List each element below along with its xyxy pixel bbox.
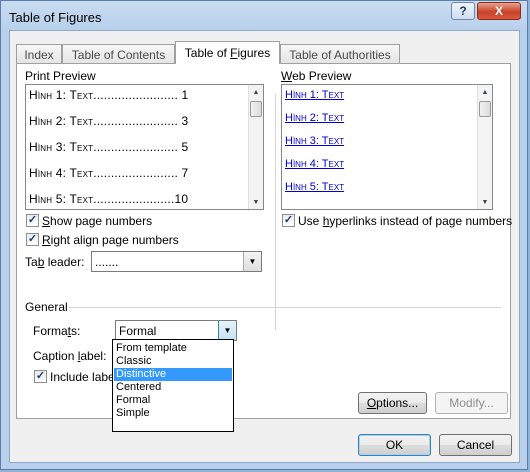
web-preview-link[interactable]: Hình 5: Text — [285, 181, 344, 193]
tab-table-of-figures[interactable]: Table of Figures — [175, 41, 280, 64]
print-preview-row: Hình 5: Text.......................10 — [29, 192, 189, 206]
formats-label: Formats: — [33, 324, 81, 338]
scroll-thumb[interactable] — [250, 101, 262, 117]
scroll-up-icon[interactable]: ▲ — [249, 85, 263, 99]
dialog-title: Table of Figures — [9, 10, 102, 25]
formats-value: Formal — [119, 324, 157, 338]
format-option[interactable]: Formal — [114, 394, 232, 407]
include-label-label: Include labe — [50, 370, 115, 384]
show-page-numbers-label: Show page numbers — [42, 214, 153, 228]
web-preview-link[interactable]: Hình 2: Text — [285, 112, 344, 124]
help-button[interactable]: ? — [451, 2, 475, 20]
right-align-checkbox[interactable]: ✓ — [26, 233, 39, 246]
ok-button[interactable]: OK — [358, 434, 431, 456]
general-group-label: General — [25, 300, 68, 314]
formats-dropdown-list: From template Classic Distinctive Center… — [112, 339, 234, 432]
dialog-window: Table of Figures ? X Index Table of Cont… — [0, 0, 528, 470]
format-option[interactable]: Centered — [114, 381, 232, 394]
chevron-down-icon[interactable]: ▼ — [218, 321, 236, 340]
print-preview-box: Hình 1: Text........................ 1 H… — [25, 84, 264, 210]
use-hyperlinks-label: Use hyperlinks instead of page numbers — [298, 214, 513, 228]
cancel-button[interactable]: Cancel — [439, 434, 512, 456]
tab-index[interactable]: Index — [16, 44, 62, 64]
scroll-up-icon[interactable]: ▲ — [478, 85, 492, 99]
print-preview-row: Hình 1: Text........................ 1 — [29, 88, 189, 102]
tab-table-of-contents[interactable]: Table of Contents — [62, 44, 175, 64]
format-option[interactable]: Simple — [114, 407, 232, 420]
tab-leader-label: Tab leader: — [25, 255, 85, 269]
tab-leader-select[interactable]: ....... ▼ — [91, 251, 262, 272]
options-button[interactable]: Options... — [358, 392, 427, 414]
print-preview-scrollbar[interactable]: ▲ ▼ — [248, 85, 263, 209]
tab-leader-value: ....... — [95, 255, 119, 269]
print-preview-row: Hình 3: Text........................ 5 — [29, 140, 189, 154]
column-divider — [275, 94, 276, 330]
web-preview-link[interactable]: Hình 1: Text — [285, 89, 344, 101]
chevron-down-icon[interactable]: ▼ — [243, 252, 261, 271]
print-preview-row: Hình 2: Text........................ 3 — [29, 114, 189, 128]
formats-select[interactable]: Formal ▼ — [115, 320, 237, 341]
print-preview-label: Print Preview — [25, 69, 96, 83]
web-preview-scrollbar[interactable]: ▲ ▼ — [477, 85, 492, 209]
close-button[interactable]: X — [477, 2, 521, 20]
general-group-line — [69, 307, 501, 308]
web-preview-link[interactable]: Hình 4: Text — [285, 158, 344, 170]
scroll-thumb[interactable] — [479, 101, 491, 117]
title-bar: Table of Figures ? X — [1, 1, 527, 31]
use-hyperlinks-checkbox[interactable]: ✓ — [282, 214, 295, 227]
scroll-down-icon[interactable]: ▼ — [249, 195, 263, 209]
dialog-body: Index Table of Contents Table of Figures… — [9, 30, 520, 463]
include-label-checkbox[interactable]: ✓ — [34, 370, 47, 383]
tab-table-of-authorities[interactable]: Table of Authorities — [280, 44, 400, 64]
show-page-numbers-checkbox[interactable]: ✓ — [26, 214, 39, 227]
tab-panel: Print Preview Hình 1: Text..............… — [16, 63, 513, 419]
web-preview-box: Hình 1: Text Hình 2: Text Hình 3: Text H… — [281, 84, 493, 210]
right-align-label: Right align page numbers — [42, 233, 179, 247]
format-option-selected[interactable]: Distinctive — [114, 368, 232, 381]
web-preview-label: Web Preview — [281, 69, 352, 83]
modify-button[interactable]: Modify... — [435, 392, 508, 414]
format-option[interactable]: From template — [114, 342, 232, 355]
print-preview-row: Hình 4: Text........................ 7 — [29, 166, 189, 180]
web-preview-link[interactable]: Hình 3: Text — [285, 135, 344, 147]
format-option[interactable]: Classic — [114, 355, 232, 368]
caption-label-label: Caption label: — [33, 349, 107, 363]
scroll-down-icon[interactable]: ▼ — [478, 195, 492, 209]
